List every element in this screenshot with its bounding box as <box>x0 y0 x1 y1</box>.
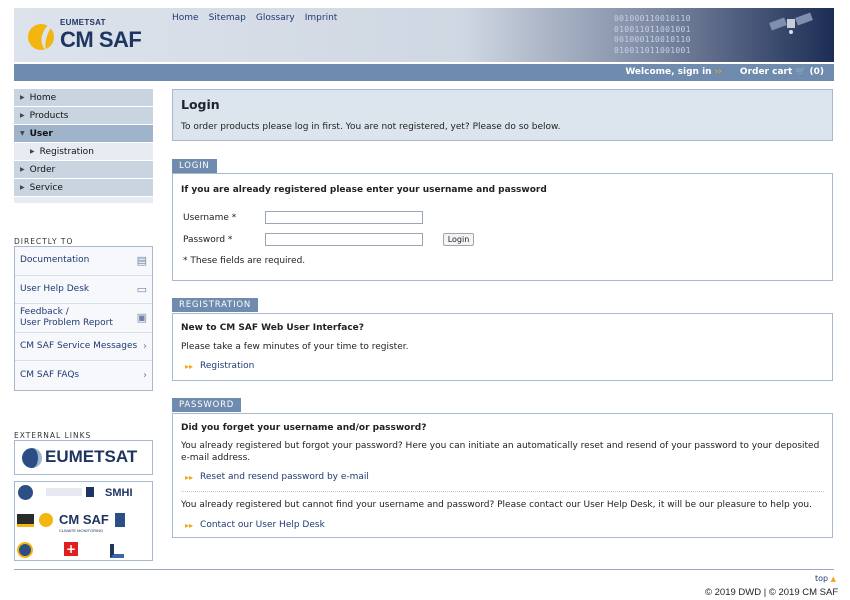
login-section-tab: LOGIN <box>172 159 217 173</box>
swiss-flag-icon[interactable]: + <box>64 542 78 556</box>
nav-imprint-link[interactable]: Imprint <box>305 13 338 23</box>
knmi-logo-icon[interactable] <box>115 513 125 527</box>
page-title: Login <box>181 97 220 112</box>
fmi-logo-icon[interactable] <box>17 542 33 558</box>
directly-help-desk-link[interactable]: User Help Desk ▭ <box>15 276 152 304</box>
double-arrow-icon: ▸▸ <box>185 472 194 482</box>
directly-to-heading: DIRECTLY TO <box>14 237 74 246</box>
footer-divider <box>14 569 834 570</box>
document-icon: ▤ <box>136 254 147 268</box>
login-heading: If you are already registered please ent… <box>181 185 547 195</box>
triangle-down-icon: ▼ <box>20 130 25 137</box>
triangle-right-icon: ▶ <box>30 148 35 155</box>
double-arrow-icon: ▸▸ <box>185 361 194 371</box>
directly-to-list: Documentation ▤ User Help Desk ▭ Feedbac… <box>14 246 153 391</box>
password-section-tab: PASSWORD <box>172 398 242 412</box>
cmsaf-sun-icon <box>39 513 53 527</box>
triangle-right-icon: ▶ <box>20 184 25 191</box>
double-arrow-icon: ›› <box>714 67 722 77</box>
password-heading: Did you forget your username and/or pass… <box>181 423 427 433</box>
username-input[interactable] <box>265 211 423 224</box>
logo-big-text: CM SAF <box>60 27 142 52</box>
eumetsat-logo-link[interactable]: EUMETSAT <box>14 440 153 475</box>
sidebar-item-products[interactable]: ▶ Products <box>14 107 153 124</box>
cart-count: (0) <box>809 67 825 77</box>
kmi-logo-icon[interactable] <box>86 487 94 497</box>
required-note: * These fields are required. <box>183 256 306 266</box>
chevron-right-icon: › <box>143 369 147 381</box>
contact-text: You already registered but cannot find y… <box>181 500 812 510</box>
triangle-right-icon: ▶ <box>20 94 25 101</box>
password-reset-text: You already registered but forgot your p… <box>181 441 820 463</box>
globe-icon <box>22 448 42 468</box>
sidebar-footer <box>14 197 153 203</box>
triangle-right-icon: ▶ <box>20 166 25 173</box>
username-label: Username * <box>183 213 237 223</box>
sidebar-item-user[interactable]: ▼ User <box>14 125 153 142</box>
directly-faqs-link[interactable]: CM SAF FAQs › <box>15 361 152 390</box>
cirs-logo-icon[interactable] <box>18 485 33 500</box>
directly-service-messages-link[interactable]: CM SAF Service Messages › <box>15 333 152 361</box>
rmib-logo-icon[interactable] <box>110 544 124 558</box>
login-button[interactable]: Login <box>443 233 474 246</box>
smhi-logo[interactable]: SMHI <box>105 487 133 499</box>
contact-help-desk-link[interactable]: ▸▸ Contact our User Help Desk <box>185 520 325 530</box>
divider <box>181 491 824 492</box>
sidebar-item-registration[interactable]: ▶ Registration <box>14 143 153 160</box>
password-label: Password * <box>183 235 233 245</box>
nav-home-link[interactable]: Home <box>172 13 199 23</box>
meteo-logo-icon[interactable] <box>17 514 34 527</box>
cmsaf-partner-logo[interactable]: CM SAF <box>59 512 109 527</box>
archive-box-icon: ▭ <box>136 282 147 296</box>
page-header: EUMETSAT CM SAF Home Sitemap Glossary Im… <box>14 8 834 62</box>
triangle-right-icon: ▶ <box>20 112 25 119</box>
sign-in-link[interactable]: Welcome, sign in ›› <box>625 67 722 77</box>
feedback-icon: ▣ <box>136 311 147 325</box>
external-links-heading: EXTERNAL LINKS <box>14 431 92 440</box>
satellite-icon <box>769 12 813 34</box>
registration-panel: New to CM SAF Web User Interface? Please… <box>172 313 833 381</box>
logo-small-text: EUMETSAT <box>60 18 106 27</box>
directly-feedback-link[interactable]: Feedback / User Problem Report ▣ <box>15 304 152 333</box>
registration-link[interactable]: ▸▸ Registration <box>185 361 254 371</box>
password-panel: Did you forget your username and/or pass… <box>172 413 833 538</box>
registration-heading: New to CM SAF Web User Interface? <box>181 323 365 333</box>
login-intro-box: Login To order products please log in fi… <box>172 89 833 141</box>
reset-password-link[interactable]: ▸▸ Reset and resend password by e-mail <box>185 472 369 482</box>
login-panel: If you are already registered please ent… <box>172 173 833 281</box>
order-cart-link[interactable]: Order cart 🛒 (0) <box>740 67 824 77</box>
directly-documentation-link[interactable]: Documentation ▤ <box>15 247 152 276</box>
double-arrow-icon: ▸▸ <box>185 520 194 530</box>
cmsaf-logo[interactable]: EUMETSAT CM SAF <box>24 14 154 56</box>
triangle-up-icon: ▲ <box>830 575 837 583</box>
status-bar: Welcome, sign in ›› Order cart 🛒 (0) <box>14 64 834 81</box>
password-input[interactable] <box>265 233 423 246</box>
sidebar-item-home[interactable]: ▶ Home <box>14 89 153 106</box>
cart-icon: 🛒 <box>795 67 807 77</box>
back-to-top-link[interactable]: top ▲ <box>815 574 836 583</box>
dwd-logo-icon[interactable] <box>46 488 82 496</box>
chevron-right-icon: › <box>143 340 147 352</box>
copyright-text: © 2019 DWD | © 2019 CM SAF <box>705 587 839 598</box>
partner-logos: SMHI CM SAF CLIMATE MONITORING + <box>14 481 153 561</box>
nav-glossary-link[interactable]: Glossary <box>256 13 295 23</box>
sidebar-navigation: ▶ Home ▶ Products ▼ User ▶ Registration ▶ Ord… <box>14 89 153 203</box>
login-info-text: To order products please log in first. Y… <box>181 122 561 132</box>
sidebar-item-service[interactable]: ▶ Service <box>14 179 153 196</box>
sidebar-item-order[interactable]: ▶ Order <box>14 161 153 178</box>
top-navigation: Home Sitemap Glossary Imprint <box>172 13 337 23</box>
registration-text: Please take a few minutes of your time t… <box>181 342 409 352</box>
registration-section-tab: REGISTRATION <box>172 298 259 312</box>
binary-decoration: 001000110010110 010011011001001 00100011… <box>614 14 691 55</box>
nav-sitemap-link[interactable]: Sitemap <box>209 13 246 23</box>
